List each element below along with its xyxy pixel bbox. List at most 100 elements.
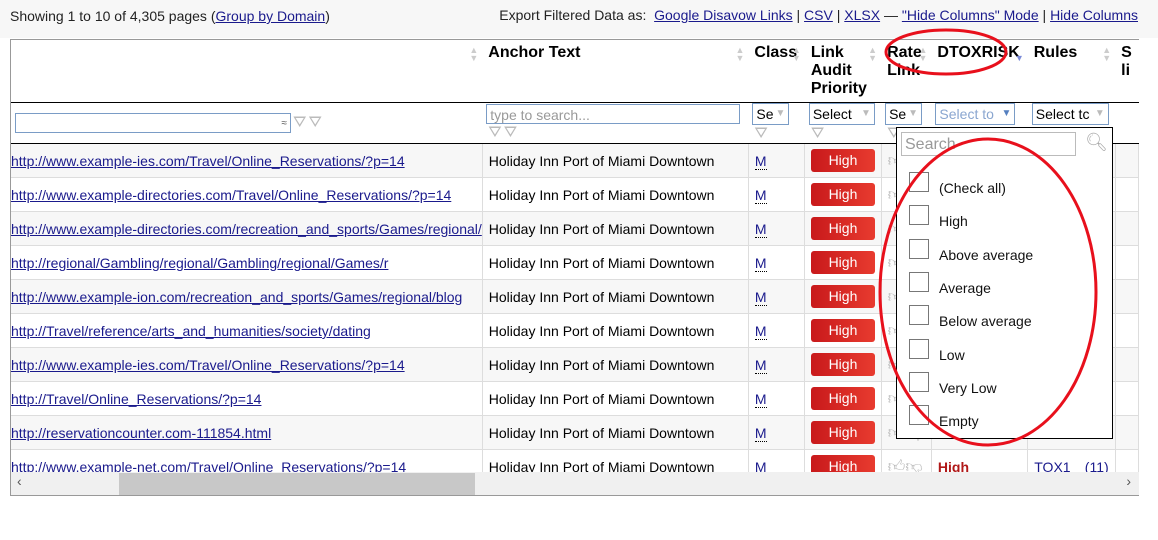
class-value[interactable]: M [754, 220, 767, 238]
class-value[interactable]: M [754, 254, 767, 272]
search-icon[interactable]: 🔍︎ [1085, 132, 1108, 153]
class-cell: M [748, 347, 806, 383]
url-search-input[interactable]: ≈ [15, 113, 291, 134]
anchor-cell: Holiday Inn Port of Miami Downtown [482, 415, 749, 451]
priority-cell: High [804, 279, 882, 315]
xlsx-link[interactable]: XLSX [844, 7, 880, 23]
class-cell: M [748, 143, 806, 179]
anchor-cell: Holiday Inn Port of Miami Downtown [482, 177, 749, 213]
url-cell: http://Travel/reference/arts_and_humanit… [11, 313, 483, 349]
scrollbar-thumb[interactable] [119, 473, 475, 495]
class-select[interactable]: Se ▼ [752, 103, 790, 125]
scroll-right-icon[interactable]: › [1126, 473, 1131, 489]
priority-cell: High [804, 347, 882, 383]
class-cell: M [748, 415, 806, 451]
url-link[interactable]: http://Travel/reference/arts_and_humanit… [11, 323, 371, 339]
filter-clear-icon[interactable]: ⛛ [308, 114, 321, 132]
url-cell: http://www.example-directories.com/Trave… [11, 177, 483, 213]
priority-cell: High [804, 313, 882, 349]
priority-cell: High [804, 245, 882, 281]
url-cell: http://www.example-ion.com/recreation_an… [11, 279, 483, 315]
filter-clear-icon[interactable]: ⛛ [754, 125, 767, 143]
hide-columns-link[interactable]: Hide Columns [1050, 7, 1138, 23]
priority-badge: High [811, 421, 875, 445]
class-value[interactable]: M [754, 152, 767, 170]
checkbox[interactable] [909, 172, 929, 192]
results-info: Showing 1 to 10 of 4,305 pages (Group by… [10, 8, 330, 24]
url-link[interactable]: http://www.example-ies.com/Travel/Online… [11, 357, 405, 373]
priority-badge: High [811, 149, 875, 173]
url-cell: http://www.example-directories.com/recre… [11, 211, 483, 247]
priority-badge: High [811, 285, 875, 309]
sort-icon[interactable]: ▲ ▼ [792, 46, 801, 63]
csv-link[interactable]: CSV [804, 7, 833, 23]
column-anchor-text[interactable]: Anchor Text ▲ ▼ [482, 40, 749, 103]
anchor-cell: Holiday Inn Port of Miami Downtown [482, 211, 749, 247]
checkbox[interactable] [909, 338, 929, 359]
checkbox[interactable] [909, 305, 929, 326]
filter-add-icon[interactable]: ⛛ [293, 114, 306, 132]
filter-clear-icon[interactable]: ⛛ [504, 124, 517, 142]
url-link[interactable]: http://www.example-ies.com/Travel/Online… [11, 153, 405, 169]
class-cell: M [748, 313, 806, 349]
anchor-search-input[interactable]: type to search... [486, 104, 741, 124]
url-link[interactable]: http://www.example-ion.com/recreation_an… [11, 289, 462, 305]
filter-add-icon[interactable]: ⛛ [488, 124, 501, 142]
priority-cell: High [804, 415, 882, 451]
google-disavow-link[interactable]: Google Disavow Links [654, 7, 793, 23]
priority-badge: High [811, 251, 875, 275]
sort-icon[interactable]: ▲ ▼ [735, 46, 744, 63]
anchor-cell: Holiday Inn Port of Miami Downtown [482, 143, 749, 179]
priority-badge: High [811, 387, 875, 411]
class-value[interactable]: M [754, 424, 767, 442]
sort-desc-icon[interactable]: ▼ [1015, 54, 1024, 63]
url-cell: http://www.example-ies.com/Travel/Online… [11, 347, 483, 383]
priority-badge: High [811, 319, 875, 343]
rules-select[interactable]: Select tc ▼ [1031, 103, 1109, 125]
checkbox[interactable] [909, 205, 929, 226]
rate-select[interactable]: Se ▼ [885, 103, 923, 125]
checkbox[interactable] [909, 271, 929, 292]
class-value[interactable]: M [754, 288, 767, 306]
url-link[interactable]: http://www.example-directories.com/Trave… [11, 187, 451, 203]
column-dtoxrisk[interactable]: DTOXRISK ▼ [931, 40, 1028, 103]
sort-icon[interactable]: ▲ ▼ [469, 46, 478, 63]
group-by-domain-link[interactable]: Group by Domain [215, 8, 325, 24]
column-class[interactable]: Class ▲ ▼ [748, 40, 805, 103]
url-cell: http://www.example-ies.com/Travel/Online… [11, 143, 483, 179]
column-s[interactable]: S li [1115, 40, 1139, 103]
priority-badge: High [811, 353, 875, 377]
anchor-cell: Holiday Inn Port of Miami Downtown [482, 245, 749, 281]
checkbox[interactable] [909, 238, 929, 259]
column-link-audit-priority[interactable]: Link Audit Priority ▲ ▼ [804, 40, 882, 103]
anchor-cell: Holiday Inn Port of Miami Downtown [482, 279, 749, 315]
checkbox[interactable] [909, 405, 929, 426]
sort-icon[interactable]: ▲ ▼ [919, 46, 928, 63]
hide-columns-mode-link[interactable]: "Hide Columns" Mode [902, 7, 1039, 23]
url-link[interactable]: http://Travel/Online_Reservations/?p=14 [11, 391, 261, 407]
url-cell: http://reservationcounter.com-111854.htm… [11, 415, 483, 451]
scroll-left-icon[interactable]: ‹ [17, 473, 22, 489]
dropdown-search-input[interactable]: Search [901, 132, 1076, 156]
class-cell: M [748, 177, 806, 213]
class-value[interactable]: M [754, 356, 767, 374]
class-cell: M [748, 245, 806, 281]
column-rate-link[interactable]: Rate Link ▲ ▼ [881, 40, 932, 103]
url-link[interactable]: http://regional/Gambling/regional/Gambli… [11, 255, 388, 271]
url-link[interactable]: http://reservationcounter.com-111854.htm… [11, 425, 271, 441]
anchor-cell: Holiday Inn Port of Miami Downtown [482, 313, 749, 349]
column-url[interactable]: ▲ ▼ [11, 40, 483, 103]
sort-icon[interactable]: ▲ ▼ [868, 46, 877, 63]
column-rules[interactable]: Rules ▲ ▼ [1027, 40, 1116, 103]
url-link[interactable]: http://www.example-directories.com/recre… [11, 221, 481, 237]
horizontal-scrollbar[interactable]: ‹ › [11, 472, 1139, 495]
url-cell: http://regional/Gambling/regional/Gambli… [11, 245, 483, 281]
checkbox[interactable] [909, 371, 929, 392]
priority-select[interactable]: Select ▼ [808, 103, 875, 125]
sort-icon[interactable]: ▲ ▼ [1102, 46, 1111, 63]
class-value[interactable]: M [754, 322, 767, 340]
filter-clear-icon[interactable]: ⛛ [811, 125, 824, 143]
dtoxrisk-select[interactable]: Select to ▼ [935, 103, 1016, 125]
class-value[interactable]: M [754, 390, 767, 408]
class-value[interactable]: M [754, 186, 767, 204]
